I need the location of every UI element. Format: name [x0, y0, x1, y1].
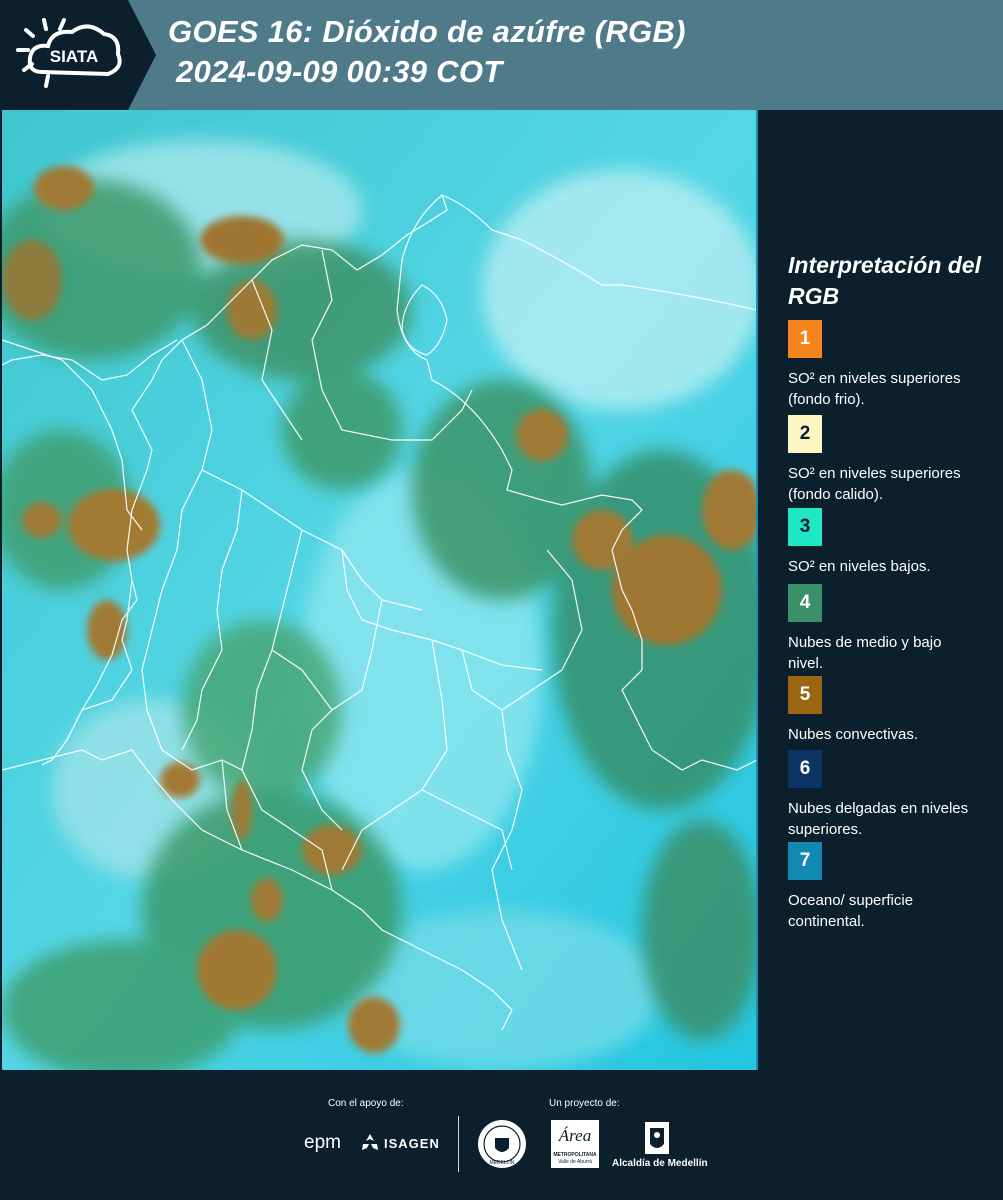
footer-divider	[458, 1116, 459, 1172]
seal-text: MEDELLÍN	[489, 1159, 514, 1166]
page-timestamp: 2024-09-09 00:39 COT	[176, 54, 503, 89]
area-logo-script: Área	[558, 1126, 592, 1145]
header-bar: SIATA GOES 16: Dióxido de azúfre (RGB) 2…	[0, 0, 1003, 110]
area-logo-line1: METROPOLITANA	[553, 1152, 597, 1158]
isagen-logo-icon	[362, 1134, 378, 1150]
legend-item-3: 3 SO² en niveles bajos.	[788, 508, 988, 577]
legend-swatch: 4	[788, 584, 822, 622]
legend-item-7: 7 Oceano/ superficie continental.	[788, 842, 988, 932]
legend-title: Interpretación del RGB	[788, 252, 981, 309]
legend-swatch: 3	[788, 508, 822, 546]
footer-bar: Con el apoyo de: Un proyecto de: epm ISA…	[0, 1070, 1003, 1200]
satellite-image	[2, 110, 758, 1070]
legend-description: Nubes delgadas en niveles superiores.	[788, 800, 969, 838]
legend-description: Nubes convectivas.	[788, 726, 919, 743]
legend-item-4: 4 Nubes de medio y bajo nivel.	[788, 584, 988, 674]
area-logo-line2: Valle de Aburrá	[558, 1159, 592, 1165]
page-title: GOES 16: Dióxido de azúfre (RGB)	[168, 14, 686, 49]
area-metropolitana-logo: Área METROPOLITANA Valle de Aburrá	[551, 1120, 599, 1168]
satellite-map	[2, 110, 758, 1070]
legend-description: SO² en niveles bajos.	[788, 558, 931, 575]
epm-logo: epm	[304, 1132, 341, 1153]
legend-swatch: 5	[788, 676, 822, 714]
legend-description: SO² en niveles superiores (fondo frio).	[788, 370, 961, 408]
siata-logo-icon: SIATA	[16, 18, 122, 88]
legend-item-6: 6 Nubes delgadas en niveles superiores.	[788, 750, 988, 840]
logo-arrow	[128, 0, 156, 110]
isagen-logo-text: ISAGEN	[384, 1136, 440, 1151]
legend-swatch: 7	[788, 842, 822, 880]
alcaldia-shield-icon	[645, 1122, 669, 1154]
project-label: Un proyecto de:	[549, 1098, 620, 1109]
alcaldia-text: Alcaldía de Medellín	[612, 1158, 708, 1169]
logo-block: SIATA	[0, 0, 128, 110]
legend-description: Nubes de medio y bajo nivel.	[788, 634, 942, 672]
legend-description: Oceano/ superficie continental.	[788, 892, 914, 930]
logo-text: SIATA	[50, 47, 98, 66]
legend-item-2: 2 SO² en niveles superiores (fondo calid…	[788, 415, 988, 505]
legend-swatch: 6	[788, 750, 822, 788]
legend-swatch: 2	[788, 415, 822, 453]
legend-item-5: 5 Nubes convectivas.	[788, 676, 988, 745]
legend-panel: Interpretación del RGB 1 SO² en niveles …	[758, 110, 1003, 1070]
support-label: Con el apoyo de:	[328, 1098, 404, 1109]
legend-swatch: 1	[788, 320, 822, 358]
legend-item-1: 1 SO² en niveles superiores (fondo frio)…	[788, 320, 988, 410]
legend-description: SO² en niveles superiores (fondo calido)…	[788, 465, 961, 503]
medellin-seal-icon: MEDELLÍN	[478, 1120, 526, 1168]
